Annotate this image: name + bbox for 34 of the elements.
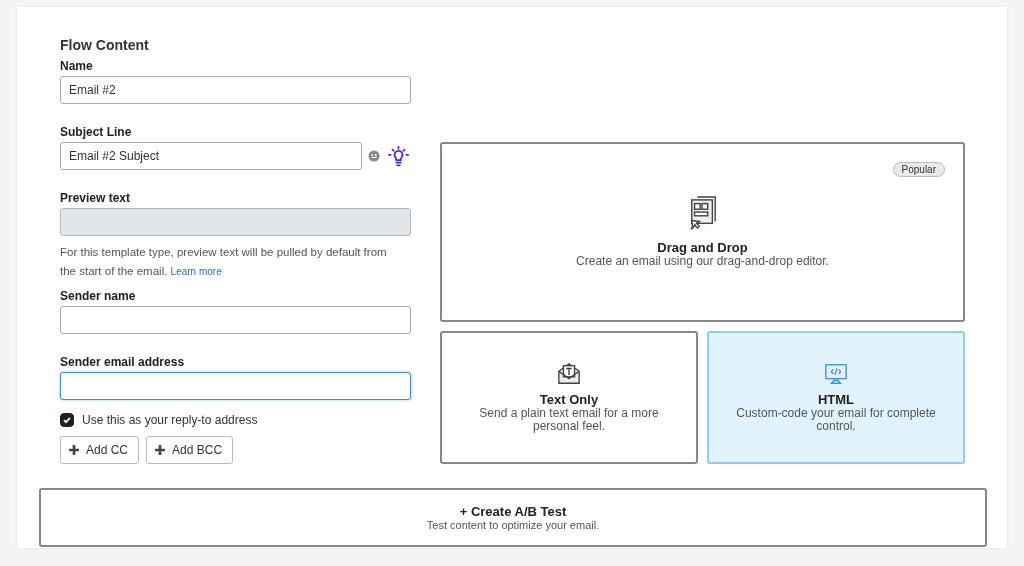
input-field[interactable]: Email #2 Subject: [60, 142, 362, 170]
plus-icon: [68, 444, 80, 456]
checkbox[interactable]: [60, 413, 74, 427]
field-label: Preview text: [60, 191, 132, 205]
template-option[interactable]: HTML Custom-code your email for complete control.: [707, 331, 965, 464]
field-label: Name: [60, 59, 94, 73]
envelope-letter-icon: [557, 362, 581, 386]
field-label: Subject Line: [60, 125, 133, 139]
add-button[interactable]: Add CC: [60, 436, 140, 464]
template-description: Custom-code your email for complete control.: [735, 407, 937, 433]
section-title: Flow Content: [60, 37, 150, 53]
template-title: HTML: [817, 392, 855, 407]
add-button[interactable]: Add BCC: [146, 436, 234, 464]
template-title: Text Only: [539, 392, 599, 407]
template-description: Send a plain text email for a more personal feel.: [478, 407, 660, 433]
template-option[interactable]: Popular Drag and Drop Create an email using our drag-and-drop editor.: [440, 142, 965, 322]
lightbulb-icon[interactable]: [388, 145, 409, 167]
template-title: Drag and Drop: [657, 240, 748, 255]
ab-test-button[interactable]: + Create A/B Test Test content to optimize your email.: [39, 488, 987, 547]
popular-badge: Popular: [892, 162, 945, 177]
help-text: For this template type, preview text will be pulled by default from the start of the email. Learn more: [60, 245, 388, 279]
checkmark-icon: [61, 414, 73, 426]
plus-icon: [154, 444, 167, 456]
input-field[interactable]: [60, 372, 411, 400]
input-field[interactable]: Email #2: [60, 76, 411, 104]
field-label: Sender name: [60, 289, 137, 303]
input-field[interactable]: [60, 306, 411, 334]
smiley-icon[interactable]: [368, 150, 380, 162]
template-option[interactable]: Text Only Send a plain text email for a more personal feel.: [440, 331, 698, 464]
field-label: Sender email address: [60, 355, 186, 369]
layout-cursor-icon: [687, 196, 718, 230]
checkbox-label: Use this as your reply-to address: [82, 413, 258, 427]
monitor-code-icon: [824, 362, 848, 386]
template-description: Create an email using our drag-and-drop editor.: [576, 255, 829, 268]
